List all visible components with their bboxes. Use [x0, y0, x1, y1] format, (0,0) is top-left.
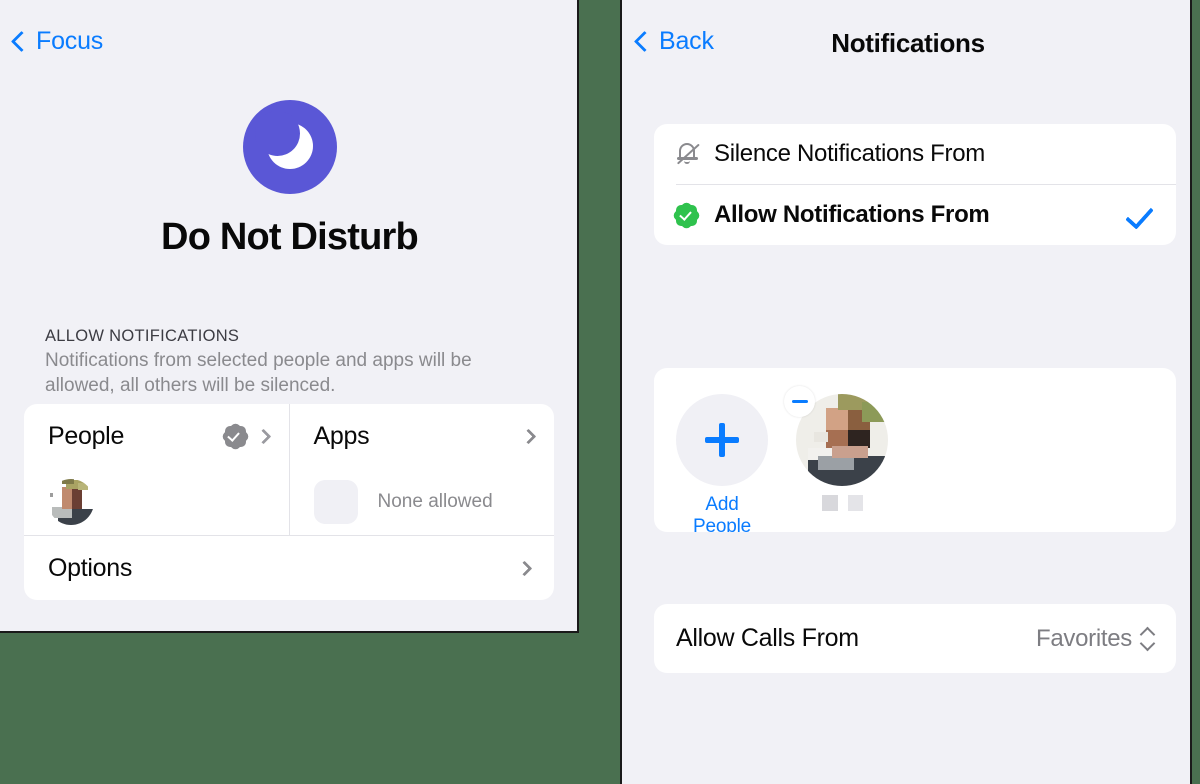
apps-title: Apps [313, 421, 370, 450]
allow-calls-row[interactable]: Allow Calls From Favorites [654, 604, 1176, 673]
add-people-label: Add People [693, 494, 751, 532]
silence-notifications-label: Silence Notifications From [714, 140, 985, 167]
allow-calls-label: Allow Calls From [676, 624, 859, 652]
focus-detail-panel: Focus Do Not Disturb ALLOW NOTIFICATIONS… [0, 0, 579, 633]
avatar[interactable] [48, 478, 94, 525]
allowed-people-card: Add People [654, 368, 1176, 532]
allow-notifications-description: Notifications from selected people and a… [45, 350, 472, 397]
chevron-right-icon [516, 560, 533, 576]
allow-notifications-card: People Apps None allowed Options [24, 404, 554, 600]
chevron-right-icon [520, 428, 537, 444]
seal-check-icon [220, 421, 250, 451]
back-button-label: Focus [36, 27, 104, 55]
focus-hero: Do Not Disturb [0, 100, 577, 259]
app-placeholder-icon [313, 479, 358, 524]
apps-column[interactable]: Apps None allowed [290, 404, 555, 535]
minus-badge-icon[interactable] [784, 386, 815, 417]
moon-icon [242, 100, 337, 194]
allow-calls-value: Favorites [1036, 624, 1132, 652]
silence-notifications-option[interactable]: Silence Notifications From [654, 124, 1176, 184]
options-label: Options [48, 553, 133, 582]
notification-mode-card: Silence Notifications From Allow Notific… [654, 124, 1176, 245]
chevron-left-icon [633, 30, 656, 52]
people-header-row[interactable]: People [24, 404, 289, 468]
crescent-glyph [254, 111, 315, 172]
apps-empty-row: None allowed [290, 468, 555, 535]
seal-check-green-icon [671, 200, 714, 230]
back-button[interactable]: Back [633, 27, 714, 56]
plus-icon [705, 423, 739, 457]
allow-notifications-option[interactable]: Allow Notifications From [654, 185, 1176, 245]
back-button-label: Back [659, 27, 714, 55]
notifications-panel: Back Notifications Silence Notifications… [620, 0, 1192, 784]
apps-header-row[interactable]: Apps [290, 404, 555, 468]
allow-calls-card: Allow Calls From Favorites [654, 604, 1176, 673]
apps-empty-label: None allowed [377, 490, 493, 512]
add-people-circle[interactable] [676, 394, 768, 486]
back-to-focus-button[interactable]: Focus [10, 27, 104, 56]
chevron-right-icon [255, 428, 271, 444]
chevron-left-icon [10, 30, 33, 52]
allow-notifications-label: Allow Notifications From [714, 201, 990, 228]
allow-notifications-header: ALLOW NOTIFICATIONS [45, 327, 240, 345]
people-title: People [48, 421, 125, 450]
people-strip: Add People [654, 368, 1176, 532]
chevron-up-down-icon[interactable] [1141, 627, 1154, 651]
people-apps-split: People Apps None allowed [24, 404, 554, 535]
person-name-blurred [792, 495, 892, 511]
list-item[interactable] [784, 386, 892, 511]
add-people-button[interactable]: Add People [676, 394, 768, 532]
screenshot-stage: Focus Do Not Disturb ALLOW NOTIFICATIONS… [0, 0, 1200, 784]
page-title: Do Not Disturb [161, 216, 419, 258]
people-column[interactable]: People [24, 404, 290, 535]
options-row[interactable]: Options [24, 536, 554, 600]
bell-slash-icon [676, 142, 714, 166]
people-avatars-row [24, 468, 289, 535]
